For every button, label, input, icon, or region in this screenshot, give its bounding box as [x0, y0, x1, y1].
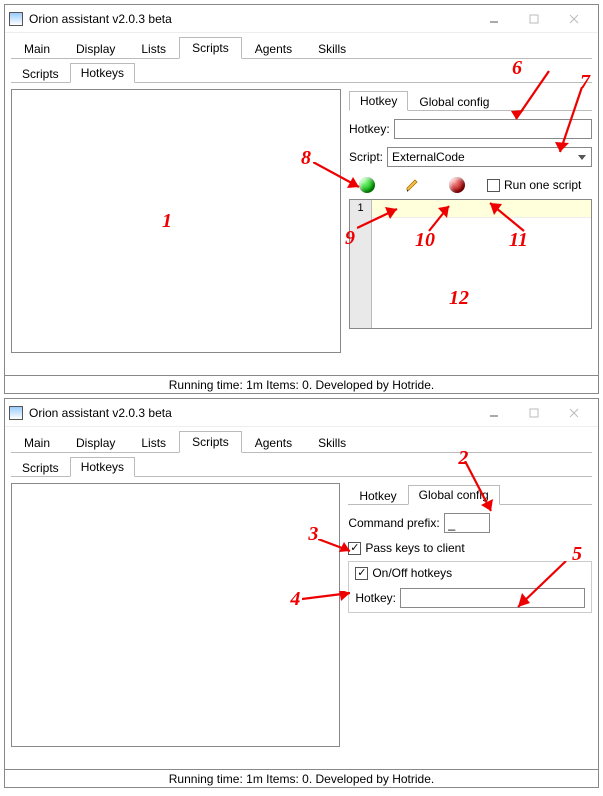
inner-tab-global-config[interactable]: Global config — [408, 92, 500, 111]
tab-lists[interactable]: Lists — [128, 38, 179, 59]
tab-main[interactable]: Main — [11, 38, 63, 59]
pass-keys-label: Pass keys to client — [365, 541, 464, 555]
inner-tab-global-config[interactable]: Global config — [408, 485, 500, 505]
maximize-button[interactable] — [514, 402, 554, 424]
global-config-pane: Hotkey Global config Command prefix: Pas… — [348, 483, 592, 763]
script-grid[interactable]: 1 — [349, 199, 592, 329]
hotkey-list-pane[interactable]: 1 — [11, 89, 341, 353]
inner-tab-strip: Hotkey Global config — [348, 483, 592, 505]
onoff-hotkey-input[interactable] — [400, 588, 585, 608]
sub-tab-scripts[interactable]: Scripts — [11, 458, 70, 477]
script-select[interactable]: ExternalCode — [387, 147, 592, 167]
edit-icon[interactable] — [405, 178, 419, 192]
tab-scripts[interactable]: Scripts — [179, 431, 242, 453]
inner-tab-hotkey[interactable]: Hotkey — [349, 91, 408, 111]
onoff-hotkey-label: Hotkey: — [355, 591, 396, 605]
pass-keys-checkbox[interactable] — [348, 542, 361, 555]
hotkeys-content: 1 Hotkey Global config Hotkey: Script: E… — [11, 89, 592, 369]
close-button[interactable] — [554, 8, 594, 30]
command-prefix-input[interactable] — [444, 513, 490, 533]
annotation-1: 1 — [162, 210, 172, 233]
run-one-script-label: Run one script — [504, 178, 581, 192]
tab-display[interactable]: Display — [63, 38, 128, 59]
tab-skills[interactable]: Skills — [305, 38, 359, 59]
stop-icon[interactable] — [449, 177, 465, 193]
grid-row[interactable] — [372, 200, 591, 218]
onoff-hotkeys-checkbox[interactable] — [355, 567, 368, 580]
window-controls — [474, 8, 594, 30]
onoff-group: On/Off hotkeys Hotkey: — [348, 561, 592, 613]
tab-display[interactable]: Display — [63, 432, 128, 453]
tab-main[interactable]: Main — [11, 432, 63, 453]
pass-keys-row: Pass keys to client — [348, 541, 592, 555]
hotkey-row: Hotkey: — [349, 119, 592, 139]
sub-tab-hotkeys[interactable]: Hotkeys — [70, 63, 135, 83]
status-bar: Running time: 1m Items: 0. Developed by … — [5, 375, 598, 394]
hotkeys-content: Hotkey Global config Command prefix: Pas… — [11, 483, 592, 763]
tab-agents[interactable]: Agents — [242, 38, 305, 59]
minimize-button[interactable] — [474, 402, 514, 424]
client-area: Main Display Lists Scripts Agents Skills… — [5, 33, 598, 371]
sub-tab-hotkeys[interactable]: Hotkeys — [70, 457, 135, 477]
inner-tab-strip: Hotkey Global config — [349, 89, 592, 111]
command-prefix-label: Command prefix: — [348, 516, 439, 530]
window-controls — [474, 402, 594, 424]
maximize-button[interactable] — [514, 8, 554, 30]
tab-agents[interactable]: Agents — [242, 432, 305, 453]
grid-body[interactable] — [372, 200, 591, 328]
run-one-script-checkbox[interactable] — [487, 179, 500, 192]
onoff-hotkeys-label: On/Off hotkeys — [372, 566, 452, 580]
sub-tab-strip: Scripts Hotkeys — [11, 455, 592, 477]
inner-tab-hotkey[interactable]: Hotkey — [348, 486, 407, 505]
script-row: Script: ExternalCode — [349, 147, 592, 167]
titlebar: Orion assistant v2.0.3 beta — [5, 399, 598, 427]
onoff-hotkey-row: Hotkey: — [355, 588, 585, 608]
minimize-button[interactable] — [474, 8, 514, 30]
titlebar: Orion assistant v2.0.3 beta — [5, 5, 598, 33]
tab-scripts[interactable]: Scripts — [179, 37, 242, 59]
main-tab-strip: Main Display Lists Scripts Agents Skills — [11, 429, 592, 453]
app-icon — [9, 406, 23, 420]
window-1: Orion assistant v2.0.3 beta Main Display… — [4, 4, 599, 394]
sub-tab-scripts[interactable]: Scripts — [11, 64, 70, 83]
window-2: Orion assistant v2.0.3 beta Main Display… — [4, 398, 599, 788]
script-select-value: ExternalCode — [392, 150, 465, 164]
grid-row-header: 1 — [350, 200, 372, 328]
window-title: Orion assistant v2.0.3 beta — [29, 12, 474, 26]
tab-lists[interactable]: Lists — [128, 432, 179, 453]
action-icon-row: Run one script — [359, 177, 592, 193]
status-bar: Running time: 1m Items: 0. Developed by … — [5, 769, 598, 788]
hotkey-label: Hotkey: — [349, 122, 390, 136]
command-prefix-row: Command prefix: — [348, 513, 592, 533]
app-icon — [9, 12, 23, 26]
sub-tab-strip: Scripts Hotkeys — [11, 61, 592, 83]
script-label: Script: — [349, 150, 383, 164]
main-tab-strip: Main Display Lists Scripts Agents Skills — [11, 35, 592, 59]
hotkey-input[interactable] — [394, 119, 592, 139]
client-area: Main Display Lists Scripts Agents Skills… — [5, 427, 598, 765]
hotkey-list-pane[interactable] — [11, 483, 340, 747]
play-icon[interactable] — [359, 177, 375, 193]
close-button[interactable] — [554, 402, 594, 424]
hotkey-config-pane: Hotkey Global config Hotkey: Script: Ext… — [349, 89, 592, 369]
tab-skills[interactable]: Skills — [305, 432, 359, 453]
window-title: Orion assistant v2.0.3 beta — [29, 406, 474, 420]
